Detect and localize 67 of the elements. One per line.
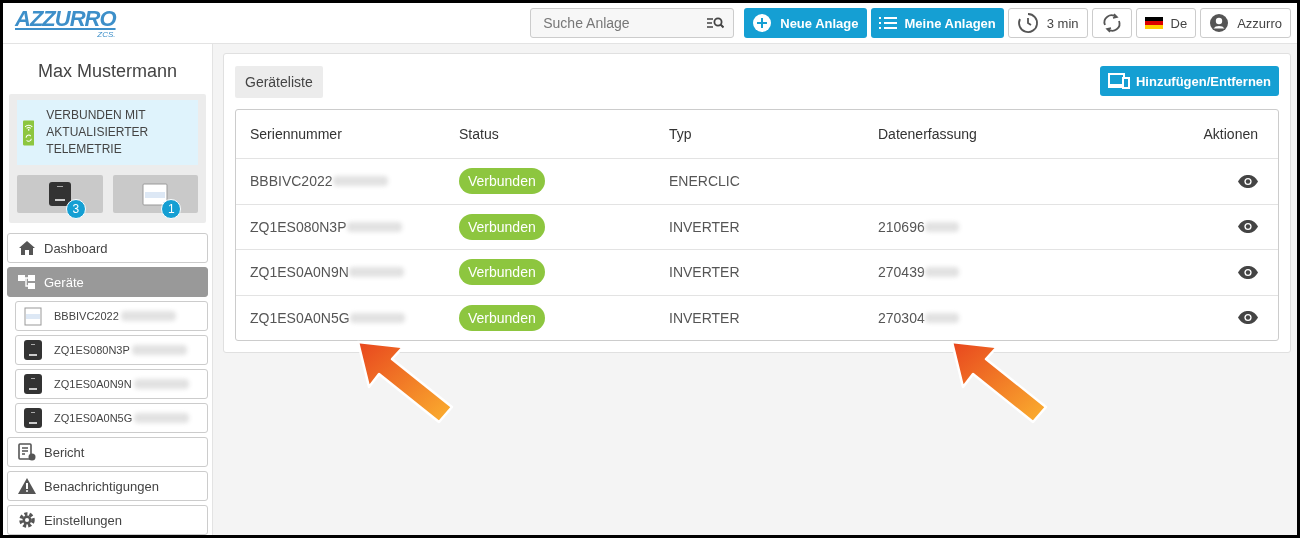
home-icon <box>18 240 36 256</box>
eye-icon[interactable] <box>1238 174 1258 188</box>
table-cell: ZQ1ES080N3P <box>250 218 347 235</box>
eye-icon[interactable] <box>1238 265 1258 279</box>
eye-icon[interactable] <box>1238 311 1258 325</box>
meter-icon <box>142 181 169 207</box>
device-list-tab[interactable]: Geräteliste <box>235 66 323 98</box>
meter-icon <box>24 306 42 326</box>
column-header: Aktionen <box>1202 126 1258 142</box>
logo[interactable]: AZZURRO ZCS. <box>11 6 122 40</box>
user-button[interactable]: Azzurro <box>1200 8 1291 38</box>
device-nav-item[interactable]: ZQ1ES0A0N9N <box>15 369 208 399</box>
language-button[interactable]: De <box>1135 8 1197 38</box>
column-header: Typ <box>669 126 693 142</box>
nav-item[interactable]: Bericht <box>7 437 208 467</box>
column-header: Status <box>459 126 500 142</box>
serial-number: ZQ1ES0A0N5G <box>54 412 133 424</box>
status-badge: Verbunden <box>459 304 545 331</box>
column-header: Datenerfassung <box>878 126 978 142</box>
serial-number: ZQ1ES080N3P <box>54 344 130 356</box>
inverter-icon <box>24 374 42 394</box>
nav-item[interactable]: Einstellungen <box>7 505 208 535</box>
list-icon <box>878 16 897 30</box>
user-icon <box>1209 13 1230 33</box>
refresh-button[interactable] <box>1091 8 1132 38</box>
table-cell: INVERTER <box>669 264 740 281</box>
table-cell: BBBIVC2022 <box>250 173 333 190</box>
clock-icon <box>1016 12 1039 34</box>
user-name: Max Mustermann <box>36 60 178 83</box>
inverter-icon <box>24 408 42 428</box>
warning-icon <box>18 478 36 494</box>
device-nav-item[interactable]: ZQ1ES080N3P <box>15 335 208 365</box>
nav-item[interactable]: Dashboard <box>7 233 208 263</box>
device-tile[interactable] <box>17 175 103 213</box>
device-nav-item[interactable]: ZQ1ES0A0N5G <box>15 403 208 433</box>
table-cell: ENERCLIC <box>669 173 740 190</box>
nav-item[interactable]: Benachrichtigungen <box>7 471 208 501</box>
table-cell: 270304 <box>878 309 925 326</box>
refresh-icon <box>1100 12 1123 34</box>
table-cell: 210696 <box>878 218 925 235</box>
search-field[interactable]: Suche Anlage <box>530 8 735 38</box>
device-tile[interactable] <box>112 175 198 213</box>
devices-icon <box>1107 73 1130 89</box>
flag-icon <box>1144 17 1163 29</box>
serial-number: BBBIVC2022 <box>54 310 119 322</box>
serial-number: ZQ1ES0A0N9N <box>54 378 132 390</box>
table-cell: INVERTER <box>669 309 740 326</box>
refresh-interval-button[interactable]: 3 min <box>1007 8 1088 38</box>
tree-icon <box>18 274 36 290</box>
count-badge: 1 <box>161 199 182 219</box>
status-badge: Verbunden <box>459 213 545 240</box>
table-cell: ZQ1ES0A0N9N <box>250 264 349 281</box>
plus-icon <box>752 13 773 33</box>
settings-icon <box>18 511 36 529</box>
eye-icon[interactable] <box>1238 220 1258 234</box>
table-cell: INVERTER <box>669 218 740 235</box>
status-badge: Verbunden <box>459 259 545 286</box>
search-icon <box>706 16 725 30</box>
table-cell: ZQ1ES0A0N5G <box>250 309 350 326</box>
table-cell: 270439 <box>878 264 925 281</box>
report-icon <box>18 443 36 461</box>
status-text: VERBUNDEN MIT AKTUALISIERTER TELEMETRIE <box>46 107 150 158</box>
device-nav-item[interactable]: BBBIVC2022 <box>15 301 208 331</box>
column-header: Seriennummer <box>250 126 343 142</box>
inverter-icon <box>48 182 71 206</box>
status-badge: Verbunden <box>459 168 545 195</box>
inverter-icon <box>24 340 42 360</box>
